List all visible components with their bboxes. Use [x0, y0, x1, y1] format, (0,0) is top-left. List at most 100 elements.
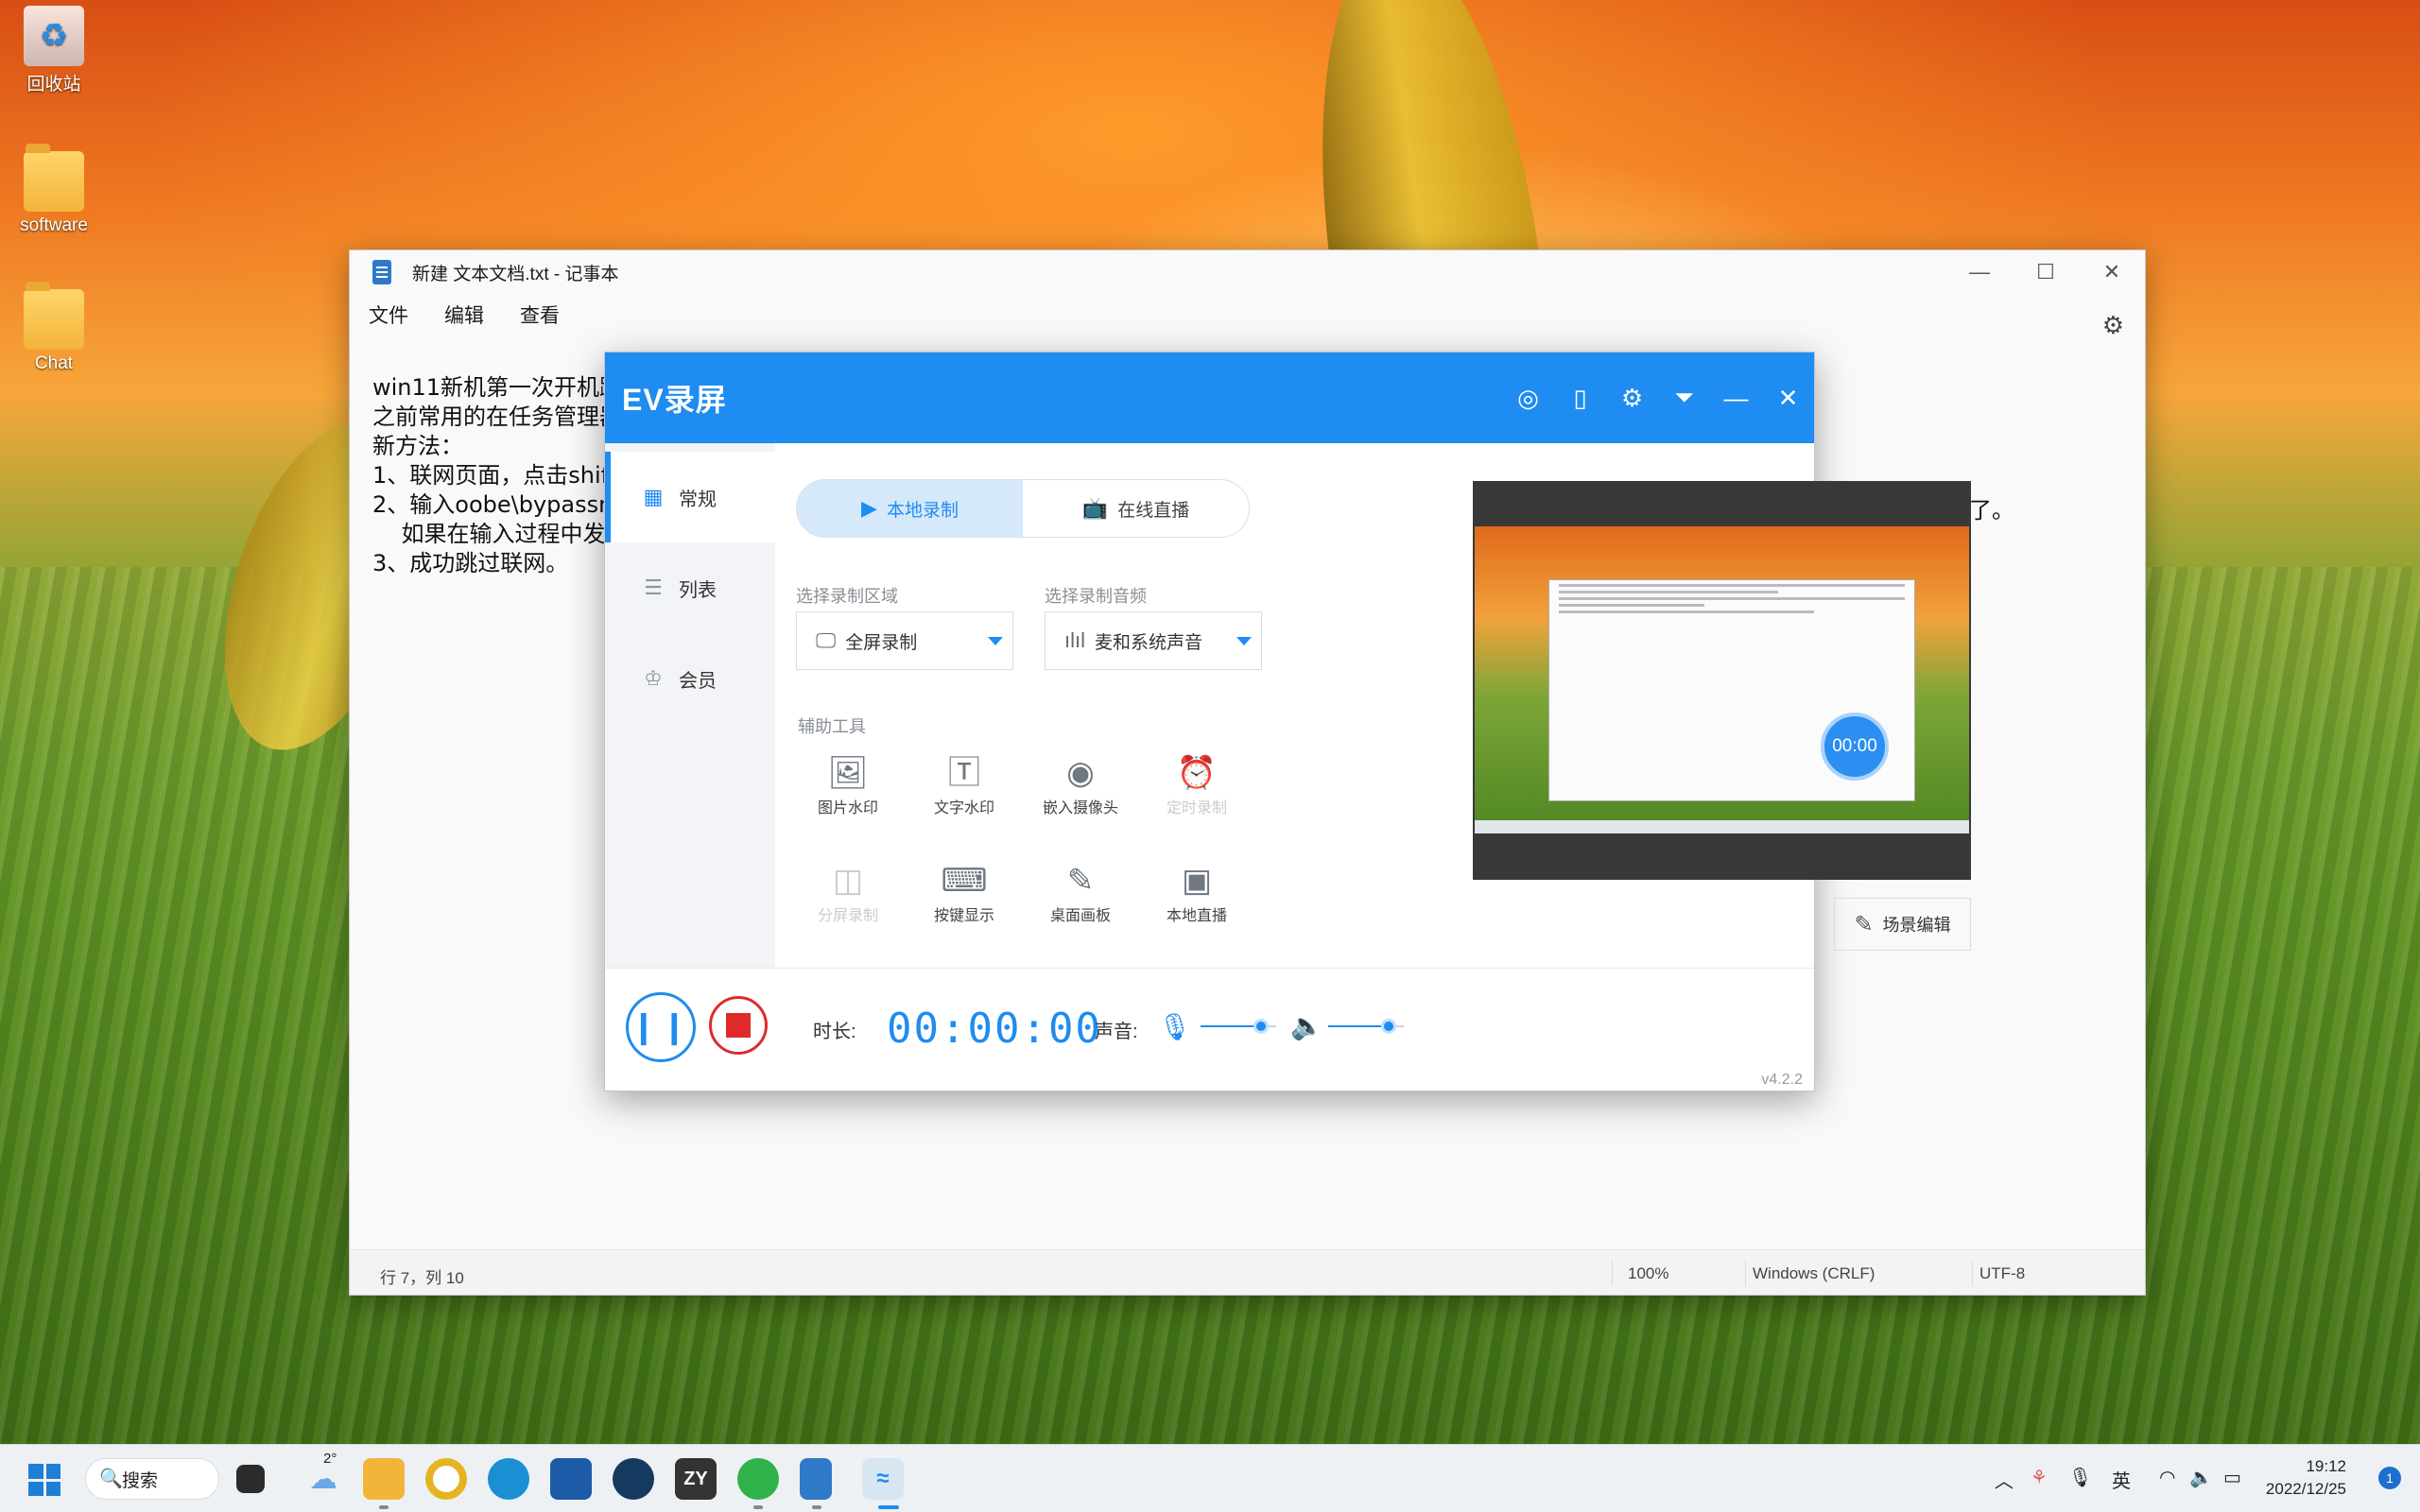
folder-icon: [24, 144, 84, 212]
edge-icon[interactable]: [488, 1458, 529, 1500]
ev-recorder-window: EV录屏 ◎ ▯ ⚙ ⏷ — ✕ ▦ 常规 ☰ 列表 ♔ 会员 ▶ 本地录制 �: [604, 352, 1971, 1092]
app-title: EV录屏: [622, 383, 727, 417]
running-indicator: [812, 1505, 821, 1509]
store-icon[interactable]: [550, 1458, 592, 1500]
ime-indicator[interactable]: 英: [2112, 1466, 2131, 1493]
monitor-play-icon: ▣: [1181, 863, 1213, 899]
cursor-position: 行 7，列 10: [380, 1269, 464, 1287]
sidebar-item-label: 会员: [679, 670, 717, 692]
wechat-icon[interactable]: [737, 1458, 779, 1500]
running-indicator: [379, 1505, 389, 1509]
minimize-button[interactable]: —: [1710, 384, 1762, 413]
desktop-icon-chat[interactable]: Chat: [2, 282, 106, 374]
file-explorer-icon[interactable]: [363, 1458, 405, 1500]
minimize-button[interactable]: —: [1946, 250, 2013, 294]
notepad-icon: [372, 260, 391, 284]
task-view-icon[interactable]: [236, 1465, 265, 1493]
close-button[interactable]: ✕: [1762, 384, 1814, 413]
ev-control-bar: ❙❙ 时长: 00:00:00 声音: 🎙 🔈 v4.2.2: [605, 968, 1814, 1092]
speaker-volume-slider[interactable]: [1328, 1019, 1404, 1034]
speaker-icon[interactable]: 🔈: [1290, 1010, 1323, 1041]
tool-desktop-board[interactable]: ✎ 桌面画板: [1028, 859, 1132, 925]
chevron-up-icon[interactable]: ︿: [1995, 1466, 2014, 1493]
sidebar-item-list[interactable]: ☰ 列表: [605, 542, 775, 633]
sidebar-item-label: 列表: [679, 579, 717, 601]
slider-knob[interactable]: [1253, 1019, 1269, 1034]
start-button[interactable]: [28, 1464, 60, 1496]
tools-label: 辅助工具: [798, 717, 866, 736]
video-icon: ▶: [861, 496, 877, 520]
tool-scheduled-record[interactable]: ⏰ 定时录制: [1145, 751, 1249, 817]
pause-button[interactable]: ❙❙: [626, 992, 696, 1062]
maximize-button[interactable]: ☐: [2013, 250, 2079, 294]
tab-local-record[interactable]: ▶ 本地录制: [797, 480, 1023, 537]
stop-button[interactable]: [709, 996, 768, 1055]
audio-select[interactable]: ılıl 麦和系统声音: [1045, 611, 1262, 670]
ev-main-panel: ▶ 本地录制 📺 在线直播 选择录制区域 🖵 全屏录制 选择录制音频 ılıl …: [775, 443, 1971, 968]
tool-key-display[interactable]: ⌨ 按键显示: [912, 859, 1016, 925]
settings-gear-icon[interactable]: ⚙: [2102, 311, 2124, 340]
menu-edit[interactable]: 编辑: [444, 301, 484, 329]
ev-recorder-taskbar-icon[interactable]: ≈: [862, 1458, 904, 1500]
user-icon[interactable]: ◎: [1502, 384, 1554, 413]
edit-icon: ✎: [1854, 911, 1874, 937]
desktop-icon-recycle-bin[interactable]: ♻ 回收站: [2, 6, 106, 95]
desktop-icon-label: 回收站: [26, 75, 81, 94]
close-button[interactable]: ✕: [2079, 250, 2145, 294]
clock[interactable]: 19:12 2022/12/25: [2266, 1455, 2346, 1501]
notes-icon[interactable]: ▯: [1554, 384, 1606, 413]
status-bar: 行 7，列 10 100% Windows (CRLF) UTF-8: [350, 1249, 2145, 1295]
notepad-titlebar[interactable]: 新建 文本文档.txt - 记事本: [350, 250, 2145, 294]
scene-edit-button[interactable]: ✎ 场景编辑: [1834, 898, 1971, 951]
steam-icon[interactable]: [613, 1458, 654, 1500]
battery-icon[interactable]: ▭: [2223, 1466, 2241, 1489]
chrome-icon[interactable]: [425, 1458, 467, 1500]
menu-file[interactable]: 文件: [369, 301, 408, 329]
folder-icon: [24, 282, 84, 350]
tool-local-live[interactable]: ▣ 本地直播: [1145, 859, 1249, 925]
sidebar-item-member[interactable]: ♔ 会员: [605, 633, 775, 724]
encoding: UTF-8: [1979, 1264, 2026, 1282]
tool-split-screen[interactable]: ◫ 分屏录制: [796, 859, 900, 925]
notepad-taskbar-icon[interactable]: [800, 1458, 832, 1500]
active-indicator: [878, 1505, 899, 1509]
desktop-icon-software[interactable]: software: [2, 144, 106, 236]
list-icon: ☰: [644, 576, 663, 599]
version-label: v4.2.2: [1761, 1072, 1803, 1088]
desktop-icon-label: software: [20, 215, 88, 235]
slider-knob[interactable]: [1381, 1019, 1396, 1034]
tool-text-watermark[interactable]: 🅃 文字水印: [912, 751, 1016, 817]
tray-app-icon[interactable]: ⚘: [2031, 1466, 2048, 1489]
stop-icon: [726, 1013, 751, 1038]
duration-label: 时长:: [813, 1022, 856, 1042]
tool-embed-camera[interactable]: ◉ 嵌入摄像头: [1028, 751, 1132, 817]
duration-readout: 00:00:00: [887, 1005, 1102, 1053]
chevron-down-icon: [988, 637, 1003, 645]
record-mode-toggle: ▶ 本地录制 📺 在线直播: [796, 479, 1250, 538]
window-title: 新建 文本文档.txt - 记事本: [412, 264, 619, 284]
collapse-icon[interactable]: ⏷: [1658, 383, 1710, 413]
tool-image-watermark[interactable]: 🖼 图片水印: [796, 751, 900, 817]
menu-view[interactable]: 查看: [520, 301, 560, 329]
status-divider: [1612, 1260, 1613, 1286]
tab-live-stream[interactable]: 📺 在线直播: [1023, 480, 1249, 537]
mic-volume-slider[interactable]: [1201, 1019, 1276, 1034]
menu-bar: 文件 编辑 查看: [350, 294, 2145, 335]
preview-screen-image: [1475, 526, 1969, 833]
notification-badge[interactable]: 1: [2378, 1467, 2401, 1489]
zy-app-icon[interactable]: ZY: [675, 1458, 717, 1500]
zoom-level: 100%: [1628, 1264, 1669, 1282]
sidebar-item-label: 常规: [679, 489, 717, 510]
microphone-tray-icon[interactable]: 🎙: [2068, 1466, 2092, 1489]
grid-icon: ▦: [643, 485, 664, 508]
volume-icon[interactable]: 🔈: [2189, 1466, 2213, 1489]
gear-icon[interactable]: ⚙: [1606, 384, 1658, 413]
microphone-icon[interactable]: 🎙: [1158, 1011, 1192, 1042]
clock-time: 19:12: [2306, 1457, 2346, 1475]
search-box[interactable]: 🔍 搜索: [85, 1458, 219, 1500]
region-select[interactable]: 🖵 全屏录制: [796, 611, 1013, 670]
wifi-icon[interactable]: ◠: [2159, 1466, 2175, 1489]
search-icon: 🔍: [99, 1469, 123, 1489]
sidebar-item-general[interactable]: ▦ 常规: [605, 452, 775, 542]
slider-fill: [1201, 1025, 1261, 1027]
